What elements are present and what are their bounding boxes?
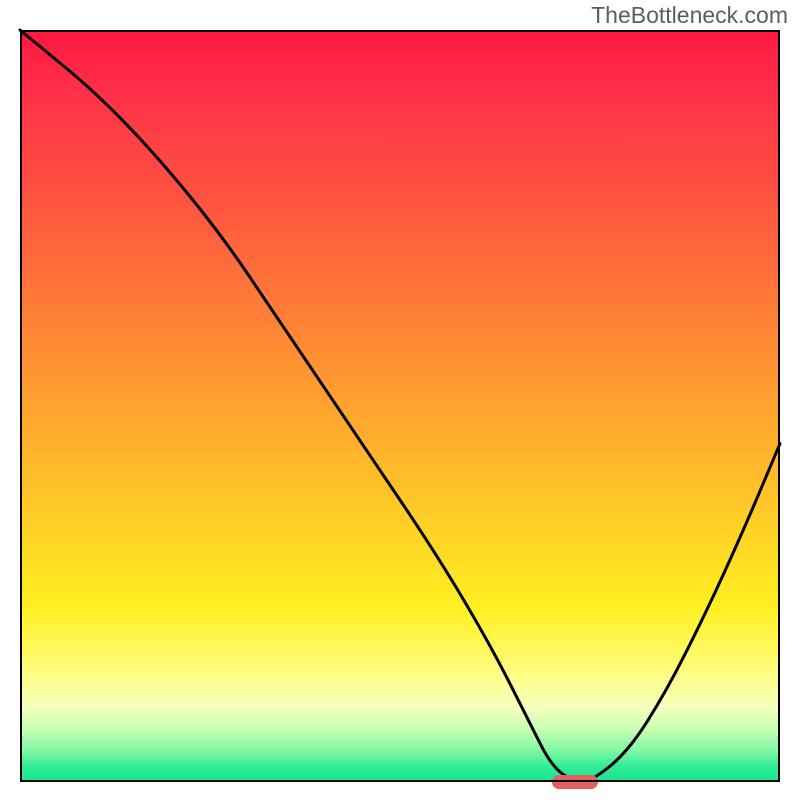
- bottleneck-curve: [20, 30, 780, 782]
- optimal-marker: [552, 775, 598, 789]
- plot-area: [20, 30, 780, 782]
- watermark-text: TheBottleneck.com: [591, 2, 788, 29]
- chart-container: TheBottleneck.com: [0, 0, 800, 800]
